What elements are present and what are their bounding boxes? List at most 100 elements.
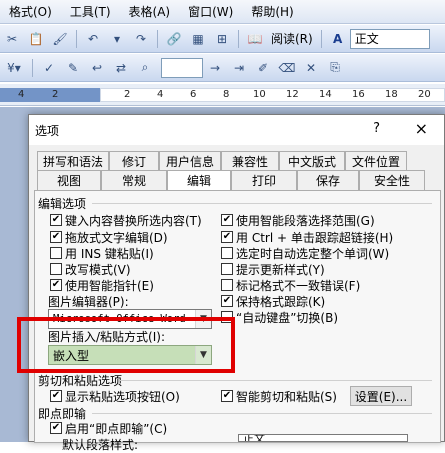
ruler-number: 12 (286, 89, 299, 100)
checkbox[interactable] (50, 247, 62, 259)
toolbar-button-icon[interactable]: ⌫ (277, 58, 297, 78)
tab-asian-typography[interactable]: 中文版式 (279, 151, 345, 171)
ruler-number: 20 (418, 89, 431, 100)
menu-window[interactable]: 窗口(W) (179, 0, 242, 24)
read-icon[interactable]: 📖 (245, 29, 265, 49)
tab-view[interactable]: 视图 (37, 170, 101, 190)
toolbar-separator (157, 29, 158, 48)
cut-paste-heading: 剪切和粘贴选项 (38, 374, 123, 388)
toolbar-overflow-icon[interactable]: ¥▾ (2, 58, 26, 78)
checkbox[interactable] (221, 214, 233, 226)
toolbar-button-icon[interactable]: ↩ (87, 58, 107, 78)
undo-dropdown-icon[interactable]: ▾ (107, 29, 127, 49)
undo-icon[interactable]: ↶ (83, 29, 103, 49)
option-label: 键入内容替换所选内容(T) (65, 213, 202, 228)
checkbox[interactable] (50, 279, 62, 291)
checkbox[interactable] (221, 390, 233, 402)
ruler-number: 18 (385, 89, 398, 100)
toolbar-separator (76, 29, 77, 48)
option-overtype-mode[interactable]: 改写模式(V) (50, 261, 131, 277)
option-keep-track-formatting[interactable]: 保持格式跟踪(K) (221, 293, 325, 309)
tab-security[interactable]: 安全性 (359, 170, 425, 190)
option-label: 使用智能段落选择范围(G) (236, 213, 375, 228)
tab-spelling-grammar[interactable]: 拼写和语法 (37, 151, 109, 171)
format-painter-icon[interactable]: 🖌 (50, 29, 70, 49)
tab-edit[interactable]: 编辑 (167, 170, 231, 190)
option-prompt-update-style[interactable]: 提示更新样式(Y) (221, 261, 325, 277)
tab-general[interactable]: 常规 (101, 170, 167, 190)
menu-format[interactable]: 格式(O) (0, 0, 61, 24)
option-label: 保持格式跟踪(K) (236, 294, 326, 309)
read-button[interactable]: 阅读(R) (271, 30, 313, 47)
checkbox[interactable] (50, 422, 62, 434)
cut-icon[interactable]: ✂ (2, 29, 22, 49)
toolbar-button-icon[interactable]: ✐ (253, 58, 273, 78)
checkbox[interactable] (221, 263, 233, 275)
toolbar-button-icon[interactable]: ⌕ (135, 58, 155, 78)
option-auto-keyboard[interactable]: “自动键盘”切换(B) (221, 309, 338, 325)
toolbar-button-icon[interactable]: ⇄ (111, 58, 131, 78)
option-select-entire-word[interactable]: 选定时自动选定整个单词(W) (221, 245, 389, 261)
option-typing-replaces-selection[interactable]: 键入内容替换所选内容(T) (50, 212, 202, 228)
option-label: 标记格式不一致错误(F) (236, 278, 361, 293)
ruler-number: 6 (190, 89, 197, 100)
option-label: 提示更新样式(Y) (236, 262, 325, 277)
tab-file-locations[interactable]: 文件位置 (345, 151, 407, 171)
menu-table[interactable]: 表格(A) (120, 0, 180, 24)
menu-help[interactable]: 帮助(H) (242, 0, 302, 24)
checkbox[interactable] (221, 231, 233, 243)
checkbox[interactable] (50, 390, 62, 402)
abc-check-icon[interactable]: ✓ (39, 58, 59, 78)
hyperlink-icon[interactable]: 🔗 (164, 29, 184, 49)
option-smart-cut-paste[interactable]: 智能剪切和粘贴(S) (221, 388, 337, 404)
insert-table-icon[interactable]: ⊞ (212, 29, 232, 49)
toolbar-button-icon[interactable]: ⇥ (229, 58, 249, 78)
option-mark-format-inconsistencies[interactable]: 标记格式不一致错误(F) (221, 277, 360, 293)
styles-icon[interactable]: A (328, 29, 348, 49)
tab-row-2: 视图 常规 编辑 打印 保存 安全性 (37, 170, 425, 190)
option-label: 用 Ctrl + 单击跟踪超链接(H) (236, 230, 394, 245)
toolbar-button-icon[interactable]: ⎘ (325, 58, 345, 78)
toolbar-button-icon[interactable]: ✕ (301, 58, 321, 78)
ruler-number: 16 (352, 89, 365, 100)
default-paragraph-style-select[interactable]: 正文 (238, 434, 408, 442)
style-combo[interactable]: 正文 (349, 28, 430, 49)
toolbar-button-icon[interactable]: → (205, 58, 225, 78)
menu-tools[interactable]: 工具(T) (61, 0, 120, 24)
redo-icon[interactable]: ↷ (131, 29, 151, 49)
default-paragraph-style-value: 正文 (243, 434, 265, 442)
tab-save[interactable]: 保存 (297, 170, 359, 190)
option-ins-key-paste[interactable]: 用 INS 键粘贴(I) (50, 245, 154, 261)
settings-button[interactable]: 设置(E)... (350, 386, 412, 406)
checkbox[interactable] (221, 295, 233, 307)
tab-user-info[interactable]: 用户信息 (159, 151, 221, 171)
help-icon[interactable]: ? (373, 121, 380, 136)
tab-compatibility[interactable]: 兼容性 (221, 151, 279, 171)
tab-track-changes[interactable]: 修订 (109, 151, 159, 171)
menu-bar: 格式(O) 工具(T) 表格(A) 窗口(W) 帮助(H) (0, 0, 445, 24)
highlight-annotation (17, 317, 235, 373)
option-enable-click-type[interactable]: 启用“即点即输”(C) (50, 420, 167, 436)
paste-icon[interactable]: 📋 (26, 29, 46, 49)
option-label: 启用“即点即输”(C) (65, 421, 168, 436)
close-icon[interactable]: × (415, 119, 428, 138)
option-smart-cursoring[interactable]: 使用智能指针(E) (50, 277, 154, 293)
checkbox[interactable] (221, 247, 233, 259)
checkbox[interactable] (50, 263, 62, 275)
picture-editor-label: 图片编辑器(P): (48, 294, 129, 309)
option-drag-drop-editing[interactable]: 拖放式文字编辑(D) (50, 229, 168, 245)
checkbox[interactable] (221, 279, 233, 291)
tab-print[interactable]: 打印 (231, 170, 297, 190)
toolbar-button-icon[interactable]: ✎ (63, 58, 83, 78)
ruler-number: 2 (124, 89, 131, 100)
checkbox[interactable] (50, 231, 62, 243)
toolbar-separator (238, 29, 239, 48)
option-ctrl-click-hyperlink[interactable]: 用 Ctrl + 单击跟踪超链接(H) (221, 229, 393, 245)
horizontal-ruler[interactable]: 4 2 2 4 6 8 10 12 14 16 18 20 (0, 84, 445, 106)
tables-borders-icon[interactable]: ▦ (188, 29, 208, 49)
checkbox[interactable] (50, 214, 62, 226)
blank-combo[interactable] (161, 57, 203, 78)
option-show-paste-buttons[interactable]: 显示粘贴选项按钮(O) (50, 388, 180, 404)
option-smart-paragraph-selection[interactable]: 使用智能段落选择范围(G) (221, 212, 375, 228)
section-divider (120, 380, 432, 381)
